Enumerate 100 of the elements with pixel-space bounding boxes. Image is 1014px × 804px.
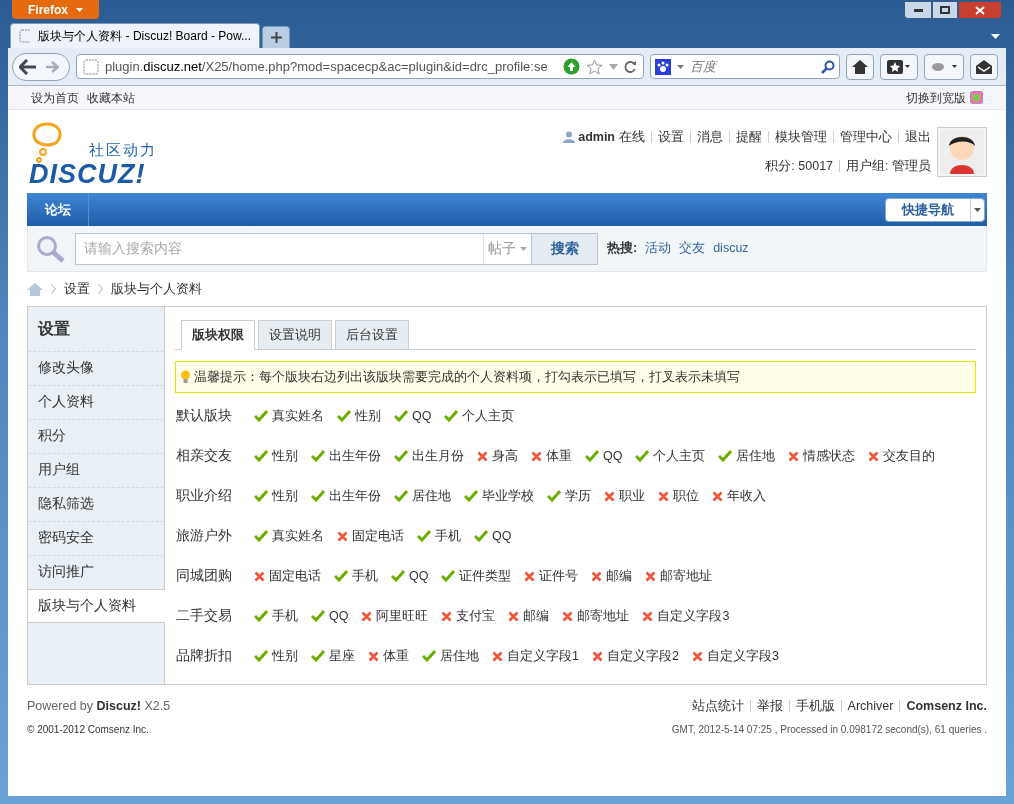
field-label: 性别 [272,487,298,505]
sidebar-item[interactable]: 修改头像 [28,351,164,385]
search-button[interactable]: 搜索 [531,233,597,264]
paw-icon[interactable] [655,58,671,75]
sidebar-item[interactable]: 版块与个人资料 [28,589,165,623]
quick-nav-button[interactable]: 快捷导航 [885,197,985,222]
field-label: 手机 [352,567,378,585]
logo-tagline: 社区动力 [89,139,157,160]
bookmarks-button[interactable] [880,53,918,80]
close-button[interactable] [958,1,1002,19]
close-icon [975,5,985,15]
field-label: 支付宝 [456,607,496,625]
hot-search-link[interactable]: discuz [713,239,749,258]
go-icon[interactable] [563,58,580,75]
star-icon[interactable] [586,58,603,75]
field-label: 职业 [619,487,645,505]
field-label: 真实姓名 [272,407,324,425]
powered-by-text: Powered by Discuz! X2.5 [27,698,171,715]
field-label: 邮寄地址 [577,607,630,625]
header-link[interactable]: 设置 [658,127,684,147]
page-icon [19,29,31,43]
tab[interactable]: 版块权限 [181,320,255,350]
footer-link[interactable]: 手机版 [795,697,835,716]
field-label: 职位 [673,487,699,505]
hot-search-link[interactable]: 活动 [645,239,672,258]
field-label: 身高 [492,447,518,465]
field-label: 邮编 [606,567,633,585]
footer-link[interactable]: 举报 [756,697,783,716]
footer-link[interactable]: Archiver [847,697,894,716]
search-box[interactable]: 请输入搜索内容 帖子 搜索 [75,232,598,265]
sidebar-item[interactable]: 个人资料 [28,385,164,419]
header-link[interactable]: 模块管理 [775,127,827,147]
header-link[interactable]: 提醒 [736,127,762,147]
section-label: 同城团购 [175,566,233,585]
company-link[interactable]: Comsenz Inc. [906,697,987,716]
tab[interactable]: 后台设置 [335,320,409,350]
field-label: 出生月份 [412,447,464,465]
lightbulb-icon [180,370,191,384]
section-label: 职业介绍 [175,486,233,505]
browser-tab[interactable]: 版块与个人资料 - Discuz! Board - Pow... [10,23,260,48]
field-label: QQ [409,567,429,585]
maximize-button[interactable] [932,1,958,19]
credits-link[interactable]: 积分: 50017 [765,156,834,176]
field-label: 真实姓名 [272,527,324,545]
dropdown-icon[interactable] [677,64,684,69]
field-label: 情感状态 [803,447,856,465]
field-label: 个人主页 [462,407,515,425]
tab-list-icon[interactable] [991,34,1000,39]
field-label: 邮寄地址 [660,567,713,585]
tab[interactable]: 设置说明 [258,320,332,350]
section-label: 相亲交友 [175,446,233,465]
user-icon [563,131,576,144]
home-icon [852,59,868,74]
tip-text: 温馨提示：每个版块右边列出该版块需要完成的个人资料项，打勾表示已填写，打叉表示未填写 [194,368,740,386]
chevron-right-icon [98,284,103,294]
url-field[interactable]: plugin.discuz.net/X25/home.php?mod=spacecp&ac=plugin&id=drc_profile:se [76,54,644,79]
field-label: 手机 [435,527,461,545]
field-label: 自定义字段3 [706,647,779,665]
topbar-link[interactable]: 收藏本站 [87,88,135,107]
sidebar-item[interactable]: 积分 [28,419,164,453]
sidebar-title: 设置 [36,319,71,339]
home-button[interactable] [846,53,874,80]
header-link[interactable]: 退出 [905,127,931,147]
sidebar-item[interactable]: 密码安全 [28,521,164,555]
color-palette-icon[interactable] [970,91,983,104]
avatar[interactable] [937,126,987,177]
field-label: QQ [492,527,512,545]
header-link[interactable]: 管理中心 [840,127,892,147]
wide-layout-link[interactable]: 切换到宽版 [906,88,966,107]
minimize-icon [913,8,923,12]
bookmark-star-icon [887,59,911,74]
back-forward-button[interactable] [12,52,70,81]
caret-icon [974,207,981,212]
section-label: 品牌折扣 [175,646,233,665]
field-label: 出生年份 [329,447,381,465]
sidebar-item[interactable]: 隐私筛选 [28,487,164,521]
copyright-text: © 2001-2012 Comsenz Inc. [27,722,150,737]
hot-search-link[interactable]: 交友 [679,239,706,258]
footer-link[interactable]: 站点统计 [691,697,744,716]
reload-icon[interactable] [624,60,637,73]
field-label: 居住地 [736,447,776,465]
field-label: 自定义字段3 [657,607,730,625]
addon-button[interactable] [924,53,964,80]
breadcrumb-link[interactable]: 版块与个人资料 [111,279,202,299]
breadcrumb-link[interactable]: 设置 [64,279,90,299]
field-label: 性别 [272,447,298,465]
chevron-right-icon [51,284,56,294]
new-tab-button[interactable] [262,26,290,48]
header-link[interactable]: 消息 [697,127,723,147]
back-arrow-icon[interactable] [19,58,37,75]
mail-button[interactable] [970,53,998,80]
minimize-button[interactable] [904,1,932,19]
user-group-link[interactable]: 用户组: 管理员 [846,156,931,176]
topbar-link[interactable]: 设为首页 [31,88,79,107]
field-label: 证件号 [539,567,579,585]
username-link[interactable]: admin [578,127,615,147]
search-field[interactable]: 百度 [650,54,840,79]
search-icon[interactable] [821,59,835,74]
plus-icon [270,32,282,43]
sidebar-item[interactable]: 用户组 [28,453,164,487]
